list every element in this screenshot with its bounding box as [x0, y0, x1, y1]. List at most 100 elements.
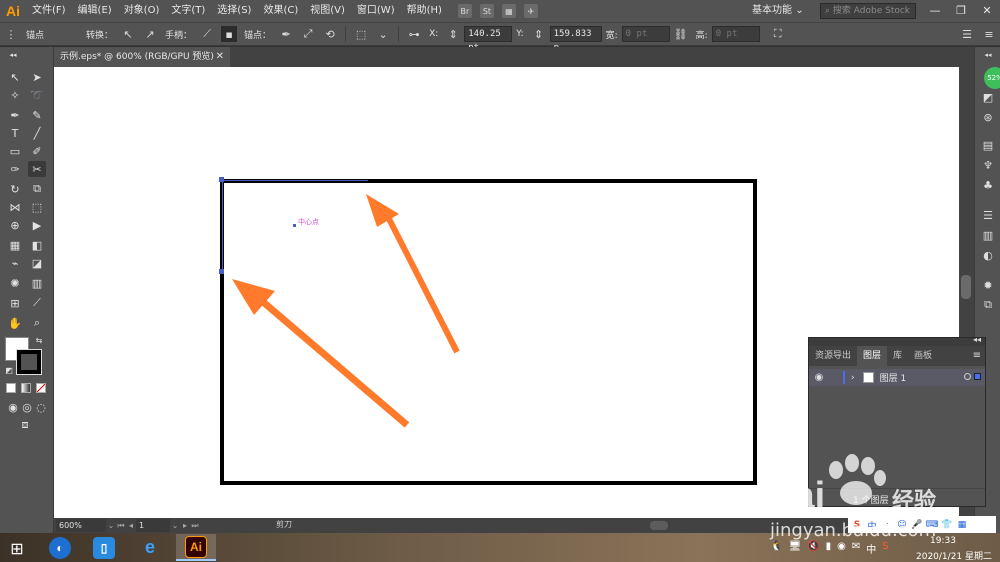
clock-date[interactable]: 2020/1/21 星期二 — [916, 549, 992, 562]
lasso-tool-icon[interactable]: ➰ — [28, 87, 46, 103]
transform-icon[interactable]: ⛶ — [770, 26, 786, 42]
properties-icon[interactable]: ◩ — [980, 89, 996, 105]
restore-button[interactable]: ❐ — [948, 0, 974, 22]
toolbox-icon[interactable]: ▦ — [956, 519, 968, 531]
taskbar-browser[interactable]: ◐ — [40, 534, 80, 561]
sogou-tray-icon[interactable]: S — [882, 541, 888, 556]
gradient-icon[interactable]: ▥ — [980, 227, 996, 243]
wechat-icon[interactable]: ✉ — [852, 541, 860, 556]
panel-options-icon[interactable]: ☰ — [959, 26, 975, 42]
appearance-icon[interactable]: ⊛ — [980, 109, 996, 125]
dock-collapse-icon[interactable]: ◂◂ — [980, 51, 996, 59]
keyboard-icon[interactable]: ⌨ — [926, 519, 939, 531]
gpu-performance-icon[interactable]: ✈ — [523, 4, 538, 18]
curvature-tool-icon[interactable]: ✎ — [28, 107, 46, 123]
tab-asset-export[interactable]: 资源导出 — [809, 346, 857, 366]
qq-icon[interactable]: 🐧 — [770, 541, 782, 556]
brushes-icon[interactable]: ♆ — [980, 157, 996, 173]
width-tool-icon[interactable]: ⋈ — [6, 199, 24, 215]
windows-start-icon[interactable]: ⊞ — [6, 538, 28, 558]
menu-view[interactable]: 视图(V) — [304, 0, 351, 22]
blend-tool-icon[interactable]: ◪ — [28, 255, 46, 271]
artboard-tool-icon[interactable]: ⊞ — [6, 295, 24, 311]
scroll-thumb[interactable] — [961, 275, 971, 299]
close-icon[interactable]: ✕ — [216, 47, 224, 67]
panel-title-bar[interactable]: ◂◂ — [809, 335, 985, 346]
slice-tool-icon[interactable]: ⟋ — [28, 295, 46, 311]
network-icon[interactable]: 🖥 — [788, 541, 801, 556]
menu-object[interactable]: 对象(O) — [118, 0, 166, 22]
security-icon[interactable]: ◉ — [837, 541, 846, 556]
reference-point-icon[interactable]: ⊶ — [406, 26, 422, 42]
zoom-tool-icon[interactable]: ⌕ — [28, 315, 46, 331]
stock-icon[interactable]: St — [479, 4, 494, 18]
voice-icon[interactable]: 🎤 — [911, 519, 923, 531]
document-tab[interactable]: 示例.eps* @ 600% (RGB/GPU 预览) ✕ — [54, 47, 230, 67]
graph-tool-icon[interactable]: ▥ — [28, 275, 46, 291]
stroke-icon[interactable]: ☰ — [980, 207, 996, 223]
first-page-icon[interactable]: ⏮ — [116, 521, 126, 531]
collapse-icon[interactable]: ◂◂ — [973, 335, 981, 344]
scissors-tool-icon[interactable]: ✂ — [28, 161, 46, 177]
pen-tool-icon[interactable]: ✒ — [6, 107, 24, 123]
panel-menu-icon[interactable]: ≡ — [973, 346, 981, 366]
stroke-swatch[interactable] — [16, 349, 42, 375]
rotate-tool-icon[interactable]: ↻ — [6, 181, 24, 197]
menu-file[interactable]: 文件(F) — [26, 0, 72, 22]
next-page-icon[interactable]: ▸ — [180, 521, 190, 530]
menu-select[interactable]: 选择(S) — [211, 0, 257, 22]
visibility-eye-icon[interactable]: ◉ — [811, 372, 827, 383]
layer-row[interactable]: ◉ › 图层 1 — [809, 369, 985, 386]
menu-effect[interactable]: 效果(C) — [257, 0, 304, 22]
gradient-mode-icon[interactable] — [21, 383, 31, 393]
volume-muted-icon[interactable]: 🔇 — [807, 541, 819, 556]
symbol-sprayer-tool-icon[interactable]: ✺ — [6, 275, 24, 291]
chevron-down-icon[interactable]: ⌄ — [170, 521, 180, 530]
y-stepper-icon[interactable]: ⇕ — [531, 26, 547, 42]
convert-corner-icon[interactable]: ↖ — [120, 26, 136, 42]
rectangle-tool-icon[interactable]: ▭ — [6, 143, 24, 159]
clock-time[interactable]: 19:33 — [930, 536, 956, 546]
screen-mode-icon[interactable]: ⧈ — [16, 417, 34, 433]
chevron-down-icon[interactable]: ⌄ — [375, 26, 391, 42]
selection-tool-icon[interactable]: ↖ — [6, 69, 24, 85]
align-select-icon[interactable]: ⬚ — [353, 26, 369, 42]
eyedropper-tool-icon[interactable]: ⌁ — [6, 255, 24, 271]
isolate-icon[interactable]: ⟲ — [322, 26, 338, 42]
selection-square-icon[interactable] — [974, 373, 981, 380]
direct-selection-tool-icon[interactable]: ➤ — [28, 69, 46, 85]
minimize-button[interactable]: — — [922, 0, 948, 22]
color-mode-icon[interactable] — [6, 383, 16, 393]
punctuation-icon[interactable]: ᐧ — [881, 519, 893, 531]
default-colors-icon[interactable]: ◩ — [4, 365, 14, 375]
signal-icon[interactable]: ▮ — [826, 541, 832, 556]
symbols-icon[interactable]: ♣ — [980, 177, 996, 193]
show-handles-icon[interactable]: ⟋ — [199, 26, 215, 42]
hide-handles-icon[interactable]: ▪ — [221, 26, 238, 42]
taskbar-phone[interactable]: ▯ — [84, 534, 124, 561]
menu-type[interactable]: 文字(T) — [165, 0, 211, 22]
type-tool-icon[interactable]: T — [6, 125, 24, 141]
draw-inside-icon[interactable]: ◌ — [32, 399, 50, 415]
tab-libraries[interactable]: 库 — [887, 346, 908, 366]
y-field[interactable]: 159.833 p — [549, 26, 602, 53]
layer-name[interactable]: 图层 1 — [880, 371, 907, 384]
x-stepper-icon[interactable]: ⇕ — [445, 26, 461, 42]
tab-layers[interactable]: 图层 — [857, 346, 888, 366]
bridge-icon[interactable]: Br — [457, 4, 472, 18]
skin-icon[interactable]: 👕 — [941, 519, 953, 531]
zoom-field[interactable]: 600% — [56, 519, 106, 532]
mesh-tool-icon[interactable]: ▦ — [6, 237, 24, 253]
control-menu-icon[interactable]: ≡ — [981, 26, 997, 42]
swap-fill-stroke-icon[interactable]: ⇆ — [34, 335, 44, 345]
shape-builder-tool-icon[interactable]: ⊕ — [6, 217, 24, 233]
sogou-logo-icon[interactable]: S — [851, 519, 863, 531]
magic-wand-tool-icon[interactable]: ✧ — [6, 87, 24, 103]
artboard-number-field[interactable]: 1 — [136, 519, 170, 532]
close-button[interactable]: ✕ — [974, 0, 1000, 22]
stock-search-input[interactable]: ⌕ 搜索 Adobe Stock — [820, 3, 916, 19]
x-field[interactable]: 140.25 pt — [464, 26, 513, 53]
graphic-styles-icon[interactable]: ✹ — [980, 277, 996, 293]
expand-chevron-icon[interactable]: › — [851, 373, 855, 383]
link-icon[interactable]: ⛓ — [673, 26, 689, 42]
